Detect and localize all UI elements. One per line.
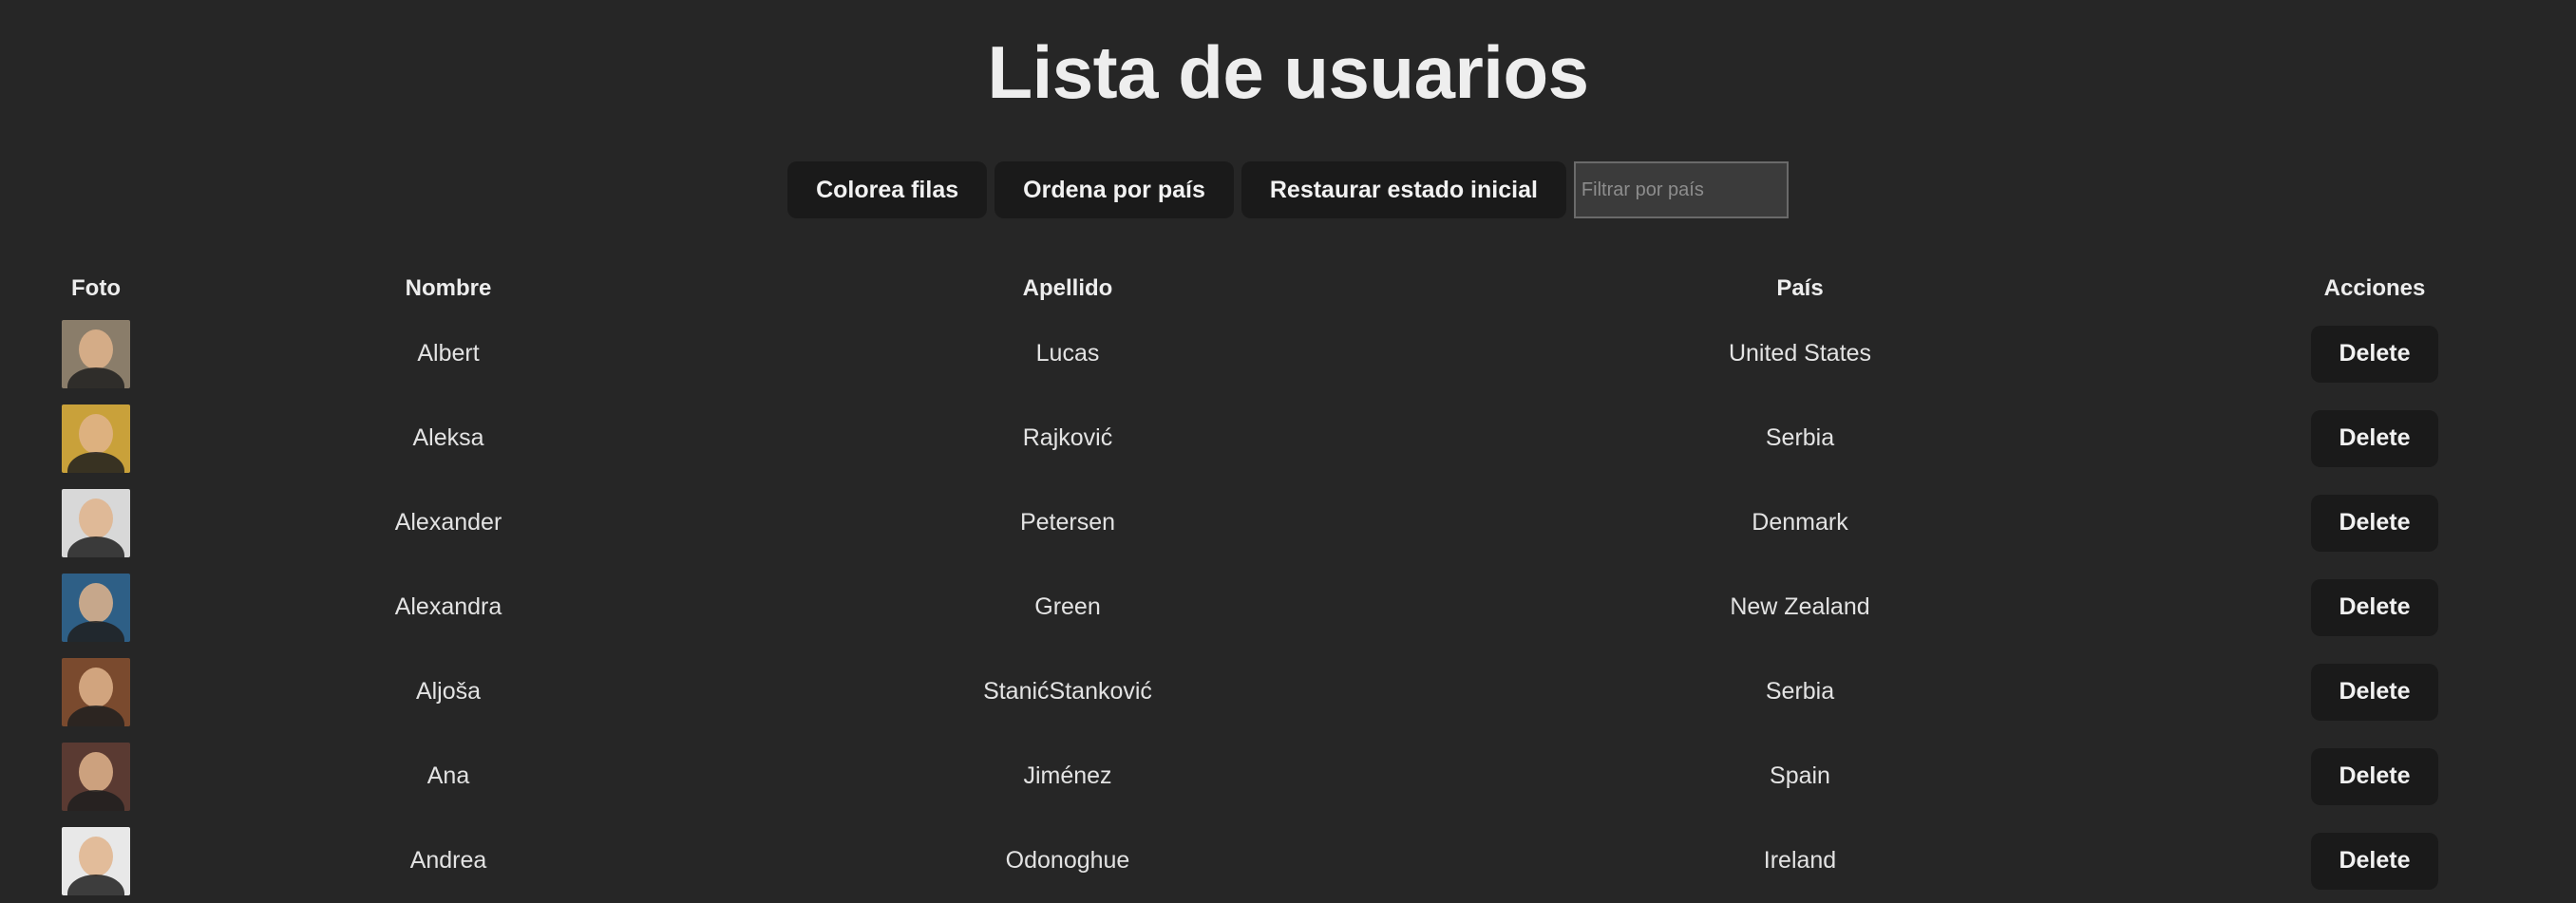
first-name-cell: Alexandra bbox=[394, 593, 502, 620]
table-header-row: Foto Nombre Apellido País Acciones bbox=[28, 266, 2551, 311]
first-name-cell: Aleksa bbox=[412, 424, 484, 451]
delete-button[interactable]: Delete bbox=[2311, 409, 2438, 467]
table-row: Alexandra Green New Zealand Delete bbox=[28, 565, 2551, 649]
country-cell: Spain bbox=[1770, 762, 1830, 789]
photo-cell bbox=[28, 734, 163, 818]
avatar bbox=[62, 573, 130, 642]
photo-cell bbox=[28, 480, 163, 565]
last-name-cell: Jiménez bbox=[1023, 762, 1112, 789]
column-header-first-name: Nombre bbox=[405, 275, 492, 301]
actions-cell: Delete bbox=[2198, 649, 2551, 734]
table-row: Ana Jiménez Spain Delete bbox=[28, 734, 2551, 818]
avatar-body bbox=[67, 367, 124, 388]
avatar-head bbox=[79, 329, 113, 369]
photo-cell bbox=[28, 396, 163, 480]
last-name-cell: Odonoghue bbox=[1005, 847, 1130, 874]
sort-by-country-button[interactable]: Ordena por país bbox=[994, 161, 1234, 218]
column-header-photo: Foto bbox=[71, 275, 121, 301]
table-row: Aleksa Rajković Serbia Delete bbox=[28, 396, 2551, 480]
last-name-cell: Rajković bbox=[1022, 424, 1113, 451]
avatar-body bbox=[67, 451, 124, 473]
delete-button[interactable]: Delete bbox=[2311, 494, 2438, 552]
country-cell: Denmark bbox=[1752, 509, 1848, 536]
last-name-cell: Petersen bbox=[1019, 509, 1116, 536]
first-name-cell: Alexander bbox=[394, 509, 502, 536]
column-header-actions: Acciones bbox=[2323, 275, 2426, 301]
avatar bbox=[62, 657, 130, 726]
photo-cell bbox=[28, 818, 163, 903]
delete-button[interactable]: Delete bbox=[2311, 747, 2438, 805]
avatar bbox=[62, 319, 130, 388]
delete-button[interactable]: Delete bbox=[2311, 832, 2438, 890]
column-header-last-name: Apellido bbox=[1022, 275, 1113, 301]
table-row: Albert Lucas United States Delete bbox=[28, 311, 2551, 396]
country-cell: Serbia bbox=[1765, 678, 1835, 705]
avatar-head bbox=[79, 498, 113, 538]
first-name-cell: Andrea bbox=[409, 847, 487, 874]
avatar-body bbox=[67, 705, 124, 726]
photo-cell bbox=[28, 649, 163, 734]
avatar-head bbox=[79, 582, 113, 623]
column-header-country: País bbox=[1776, 275, 1824, 301]
actions-cell: Delete bbox=[2198, 818, 2551, 903]
page-title: Lista de usuarios bbox=[987, 30, 1589, 114]
table-row: Aljoša StanićStanković Serbia Delete bbox=[28, 649, 2551, 734]
table-row: Andrea Odonoghue Ireland Delete bbox=[28, 818, 2551, 903]
delete-button[interactable]: Delete bbox=[2311, 578, 2438, 636]
actions-cell: Delete bbox=[2198, 565, 2551, 649]
photo-cell bbox=[28, 565, 163, 649]
last-name-cell: Green bbox=[1034, 593, 1101, 620]
photo-cell bbox=[28, 311, 163, 396]
avatar-body bbox=[67, 620, 124, 642]
country-cell: Serbia bbox=[1765, 424, 1835, 451]
avatar-head bbox=[79, 836, 113, 876]
country-cell: New Zealand bbox=[1730, 593, 1870, 620]
first-name-cell: Aljoša bbox=[415, 678, 482, 705]
table-row: Alexander Petersen Denmark Delete bbox=[28, 480, 2551, 565]
country-filter-input[interactable] bbox=[1573, 161, 1789, 218]
avatar-body bbox=[67, 789, 124, 811]
avatar bbox=[62, 404, 130, 473]
delete-button[interactable]: Delete bbox=[2311, 325, 2438, 383]
country-cell: United States bbox=[1728, 340, 1872, 367]
avatar-head bbox=[79, 667, 113, 707]
avatar bbox=[62, 826, 130, 895]
actions-cell: Delete bbox=[2198, 311, 2551, 396]
actions-cell: Delete bbox=[2198, 734, 2551, 818]
avatar bbox=[62, 742, 130, 811]
actions-cell: Delete bbox=[2198, 396, 2551, 480]
last-name-cell: StanićStanković bbox=[983, 678, 1152, 705]
toolbar: Colorea filas Ordena por país Restaurar … bbox=[0, 161, 2576, 218]
avatar-body bbox=[67, 536, 124, 557]
avatar-head bbox=[79, 413, 113, 454]
first-name-cell: Ana bbox=[426, 762, 470, 789]
users-table: Foto Nombre Apellido País Acciones Alber… bbox=[28, 266, 2551, 903]
color-rows-button[interactable]: Colorea filas bbox=[787, 161, 988, 218]
avatar bbox=[62, 488, 130, 557]
delete-button[interactable]: Delete bbox=[2311, 663, 2438, 721]
avatar-head bbox=[79, 751, 113, 792]
country-cell: Ireland bbox=[1763, 847, 1837, 874]
actions-cell: Delete bbox=[2198, 480, 2551, 565]
avatar-body bbox=[67, 874, 124, 895]
first-name-cell: Albert bbox=[417, 340, 480, 367]
reset-state-button[interactable]: Restaurar estado inicial bbox=[1241, 161, 1566, 218]
last-name-cell: Lucas bbox=[1035, 340, 1100, 367]
